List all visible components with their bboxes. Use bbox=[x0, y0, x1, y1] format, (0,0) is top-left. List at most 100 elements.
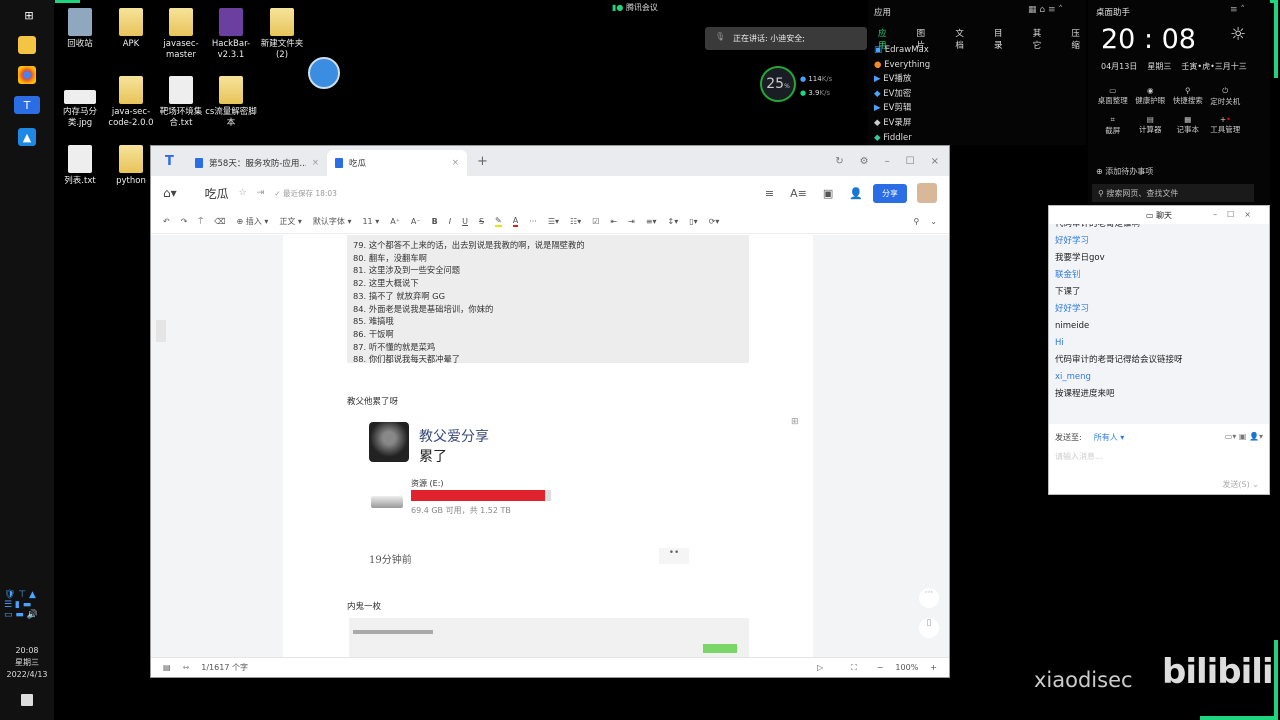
desktop-icon-recycle-bin[interactable]: 回收站 bbox=[52, 8, 108, 50]
underline-icon[interactable]: U bbox=[462, 217, 468, 226]
send-button[interactable]: 发送(S) ⌄ bbox=[1222, 479, 1259, 490]
page-width-icon[interactable]: ⇿ bbox=[183, 663, 190, 672]
app-item[interactable]: ▶ EV播放 bbox=[874, 72, 930, 87]
apps-tab[interactable]: 其它 bbox=[1033, 27, 1048, 51]
close-tab-icon[interactable]: × bbox=[312, 158, 319, 168]
desktop-icon-folder[interactable]: javasec-master bbox=[153, 8, 209, 61]
indent-icon[interactable]: ⇤ bbox=[610, 217, 617, 226]
document-canvas[interactable]: 79. 这个都答不上来的话，出去别说是我教的啊，说是隔壁教的 80. 翻车，没翻车… bbox=[151, 235, 949, 658]
italic-icon[interactable]: I bbox=[449, 217, 451, 226]
desktop-icon-folder[interactable]: APK bbox=[103, 8, 159, 50]
plugin-icon[interactable]: ⟳▾ bbox=[709, 217, 720, 226]
share-button[interactable]: 分享 bbox=[873, 183, 907, 203]
document-page[interactable]: 79. 这个都答不上来的话，出去别说是我教的啊，说是隔壁教的 80. 翻车，没翻车… bbox=[283, 235, 813, 658]
star-icon[interactable]: ☆ bbox=[239, 188, 247, 198]
format-painter-icon[interactable]: ⍑ bbox=[198, 217, 203, 227]
font-color-icon[interactable]: A bbox=[512, 216, 519, 227]
home-icon[interactable]: ⌂▾ bbox=[163, 186, 177, 200]
fullscreen-icon[interactable]: ⛶ bbox=[851, 663, 857, 673]
windows-start-icon[interactable]: ⊞ bbox=[20, 6, 38, 24]
apps-tab[interactable]: 目录 bbox=[994, 27, 1009, 51]
mobile-view-button[interactable]: ▯ bbox=[919, 618, 939, 638]
desktop-icon-folder[interactable]: 新建文件夹 (2) bbox=[254, 8, 310, 61]
tab-chigua[interactable]: 吃瓜 × bbox=[327, 150, 467, 176]
word-count[interactable]: 1/1617 个字 bbox=[201, 662, 248, 673]
refresh-icon[interactable]: ↻ bbox=[835, 156, 843, 167]
tray-icons[interactable]: 🛡 ⊤ ▲ ☰ ▮ ▬ ▭ ▬ 🔊 bbox=[4, 590, 38, 620]
add-todo-button[interactable]: ⊕ 添加待办事项 bbox=[1096, 166, 1153, 177]
app-item[interactable]: ● Everything bbox=[874, 58, 930, 73]
search-icon[interactable]: ⚲ bbox=[913, 217, 919, 226]
clock-time[interactable]: 20:08 bbox=[0, 645, 54, 657]
meme-image[interactable]: 教父爱分享 累了 资源 (E:) 69.4 GB 可用，共 1.52 TB 19… bbox=[367, 418, 747, 568]
collapse-toolbar-icon[interactable]: ⌄ bbox=[930, 217, 937, 226]
assistant-search-input[interactable]: ⚲ 搜索网页、查找文件 bbox=[1092, 184, 1254, 202]
app-item[interactable]: ◆ Fiddler bbox=[874, 131, 930, 146]
maximize-button[interactable]: ☐ bbox=[906, 156, 915, 167]
chrome-icon[interactable] bbox=[18, 66, 36, 84]
clear-format-icon[interactable]: ⌫ bbox=[214, 217, 225, 226]
play-icon[interactable]: ▷ bbox=[817, 663, 823, 672]
notification-icon[interactable] bbox=[21, 694, 33, 706]
tool-desktop-organize[interactable]: ▭ 桌面整理 bbox=[1094, 86, 1132, 107]
tencent-docs-icon[interactable]: T bbox=[14, 96, 40, 114]
highlight-icon[interactable]: ✎ bbox=[495, 216, 502, 227]
app-item[interactable]: ◆ EV录屏 bbox=[874, 116, 930, 131]
file-explorer-icon[interactable] bbox=[18, 36, 36, 54]
floating-ball-icon[interactable] bbox=[308, 57, 340, 89]
strikethrough-icon[interactable]: S bbox=[479, 217, 484, 226]
zoom-out-button[interactable]: − bbox=[877, 663, 884, 672]
desktop-icon-txt[interactable]: 靶场环境集合.txt bbox=[153, 76, 209, 129]
desktop-icon-hackbar[interactable]: HackBar-v2.3.1 bbox=[203, 8, 259, 61]
chat-tools-icons[interactable]: ▭▾ ▣ 👤▾ bbox=[1225, 432, 1263, 443]
desktop-icon-txt[interactable]: 列表.txt bbox=[52, 145, 108, 187]
font-size-select[interactable]: 11 ▾ bbox=[362, 217, 379, 226]
tool-quick-search[interactable]: ⚲ 快捷搜索 bbox=[1169, 86, 1207, 107]
font-select[interactable]: 默认字体 ▾ bbox=[313, 216, 352, 227]
tool-manage[interactable]: +• 工具管理 bbox=[1207, 115, 1245, 136]
recipient-select[interactable]: 所有人 ▾ bbox=[1094, 432, 1125, 443]
page-icon[interactable]: ▯▾ bbox=[689, 217, 697, 226]
outline-icon[interactable]: ▤ bbox=[163, 663, 171, 672]
style-select[interactable]: 正文 ▾ bbox=[279, 216, 302, 227]
undo-icon[interactable]: ↶ bbox=[163, 217, 170, 226]
bold-icon[interactable]: B bbox=[432, 217, 438, 226]
app-item[interactable]: ◆ EV加密 bbox=[874, 87, 930, 102]
apps-panel-controls[interactable]: ▦ ⌂ ≡ ˄ bbox=[1028, 5, 1063, 15]
bullet-list-icon[interactable]: ☰▾ bbox=[548, 217, 559, 226]
text-format-icon[interactable]: A≡ bbox=[790, 187, 807, 200]
photos-icon[interactable]: ▲ bbox=[18, 128, 36, 146]
weather-sun-icon[interactable]: ☼ bbox=[1230, 24, 1246, 45]
desktop-icon-folder[interactable]: cs流量解密脚本 bbox=[203, 76, 259, 129]
zoom-level[interactable]: 100% bbox=[895, 663, 918, 672]
tool-shutdown-timer[interactable]: ⏻ 定时关机 bbox=[1207, 86, 1245, 107]
decrease-font-icon[interactable]: A⁻ bbox=[411, 217, 421, 226]
code-block[interactable]: 79. 这个都答不上来的话，出去别说是我教的啊，说是隔壁教的 80. 翻车，没翻车… bbox=[347, 235, 749, 364]
increase-font-icon[interactable]: A⁺ bbox=[390, 217, 400, 226]
line-spacing-icon[interactable]: ↕▾ bbox=[668, 217, 679, 226]
paragraph[interactable]: 内鬼一枚 bbox=[347, 600, 381, 612]
present-icon[interactable]: ▣ bbox=[823, 187, 833, 200]
paragraph[interactable]: 教父他累了呀 bbox=[347, 395, 398, 407]
tool-screenshot[interactable]: ⌗ 截屏 bbox=[1094, 115, 1132, 136]
more-options-button[interactable]: ··· bbox=[919, 588, 939, 608]
close-button[interactable]: × bbox=[931, 156, 939, 167]
chat-messages[interactable]: 代码审计的老哥是谁啊 好好学习 我要学日gov 联金钊 下课了 好好学习 nimeid… bbox=[1049, 224, 1269, 424]
chat-screenshot-image[interactable] bbox=[349, 618, 749, 658]
minimize-button[interactable]: – bbox=[885, 156, 890, 167]
apps-tab[interactable]: 压缩 bbox=[1071, 27, 1086, 51]
collaborators-icon[interactable]: 👤 bbox=[849, 187, 863, 200]
app-item[interactable]: ▶ EV剪辑 bbox=[874, 101, 930, 116]
app-item[interactable]: ▣ EdrawMax bbox=[874, 43, 930, 58]
insert-button[interactable]: ⊕ 插入 ▾ bbox=[237, 216, 269, 227]
doc-title[interactable]: 吃瓜 bbox=[205, 185, 229, 202]
cpu-gauge[interactable]: 25% bbox=[760, 66, 796, 102]
move-icon[interactable]: ⇥ bbox=[257, 188, 265, 198]
avatar[interactable] bbox=[917, 183, 937, 203]
apps-tab[interactable]: 文档 bbox=[955, 27, 970, 51]
comment-icon[interactable]: ⊞ bbox=[791, 417, 799, 427]
outdent-icon[interactable]: ⇥ bbox=[628, 217, 635, 226]
assistant-controls[interactable]: ≡ ˄ bbox=[1230, 5, 1245, 15]
desktop-icon-image[interactable]: 内存马分类.jpg bbox=[52, 76, 108, 129]
meeting-indicator[interactable]: ▮● 腾讯会议 bbox=[612, 2, 658, 13]
